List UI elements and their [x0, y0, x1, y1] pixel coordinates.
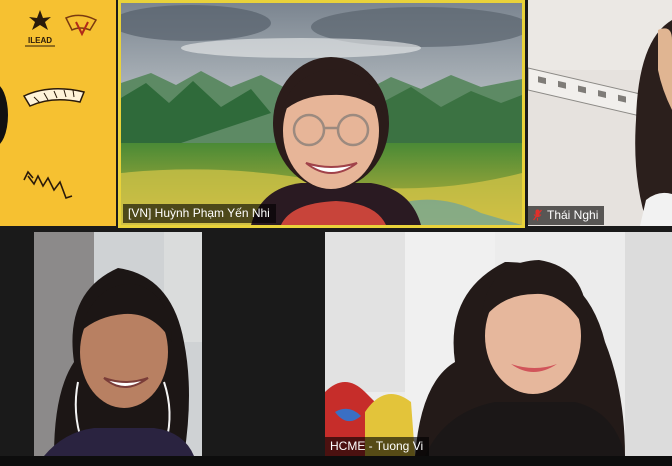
meeting-controls-bar	[0, 456, 672, 466]
participant-tile-4[interactable]	[34, 232, 202, 456]
video-feed	[528, 0, 672, 226]
banner-artwork: ILEAD	[0, 10, 98, 200]
video-feed	[325, 232, 672, 456]
decor-feather	[22, 88, 86, 107]
decor-squiggle-arrow	[23, 170, 73, 200]
participant-name-label: HCME - Tuong Vi	[325, 437, 430, 456]
decor-circle	[0, 86, 8, 144]
ilead-logo: ILEAD	[25, 10, 55, 47]
microphone-muted-icon	[533, 209, 542, 221]
participant-name-label: [VN] Huỳnh Phạm Yến Nhi	[123, 204, 276, 223]
video-feed	[121, 3, 522, 225]
ilead-logo-text: ILEAD	[28, 36, 52, 45]
video-feed	[34, 232, 202, 456]
participant-tile-tuong-vi[interactable]: HCME - Tuong Vi	[325, 232, 672, 456]
video-grid: ILEAD [VN] Huỳnh Phạm Yến Nhi Thái Nghi …	[0, 0, 672, 466]
participant-tile-thai-nghi[interactable]: Thái Nghi	[528, 0, 672, 226]
participant-tile-banner[interactable]: ILEAD	[0, 0, 116, 226]
participant-name-label: Thái Nghi	[528, 206, 605, 225]
asean-logo	[64, 14, 98, 37]
participant-tile-active-speaker[interactable]: [VN] Huỳnh Phạm Yến Nhi	[118, 0, 525, 228]
